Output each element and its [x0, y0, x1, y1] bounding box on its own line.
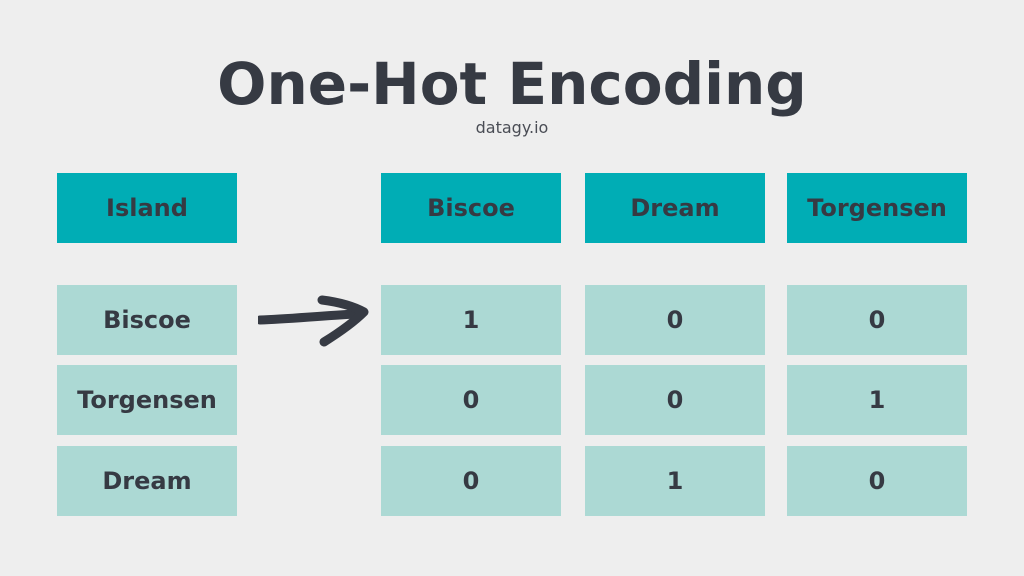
subtitle: datagy.io: [475, 118, 549, 137]
source-cell: Torgensen: [57, 365, 237, 435]
encoded-cell: 1: [381, 285, 561, 355]
encoded-cell: 0: [787, 446, 967, 516]
source-header: Island: [57, 173, 237, 243]
encoded-cell: 0: [381, 446, 561, 516]
source-cell: Dream: [57, 446, 237, 516]
encoded-cell: 0: [787, 285, 967, 355]
encoded-header-biscoe: Biscoe: [381, 173, 561, 243]
encoded-cell: 0: [381, 365, 561, 435]
encoded-cell: 0: [585, 285, 765, 355]
encoded-header-torgensen: Torgensen: [787, 173, 967, 243]
source-cell: Biscoe: [57, 285, 237, 355]
encoded-cell: 1: [585, 446, 765, 516]
encoded-cell: 0: [585, 365, 765, 435]
page-title: One-Hot Encoding: [217, 50, 807, 118]
encoded-header-dream: Dream: [585, 173, 765, 243]
encoded-cell: 1: [787, 365, 967, 435]
right-arrow-icon: [258, 295, 369, 347]
